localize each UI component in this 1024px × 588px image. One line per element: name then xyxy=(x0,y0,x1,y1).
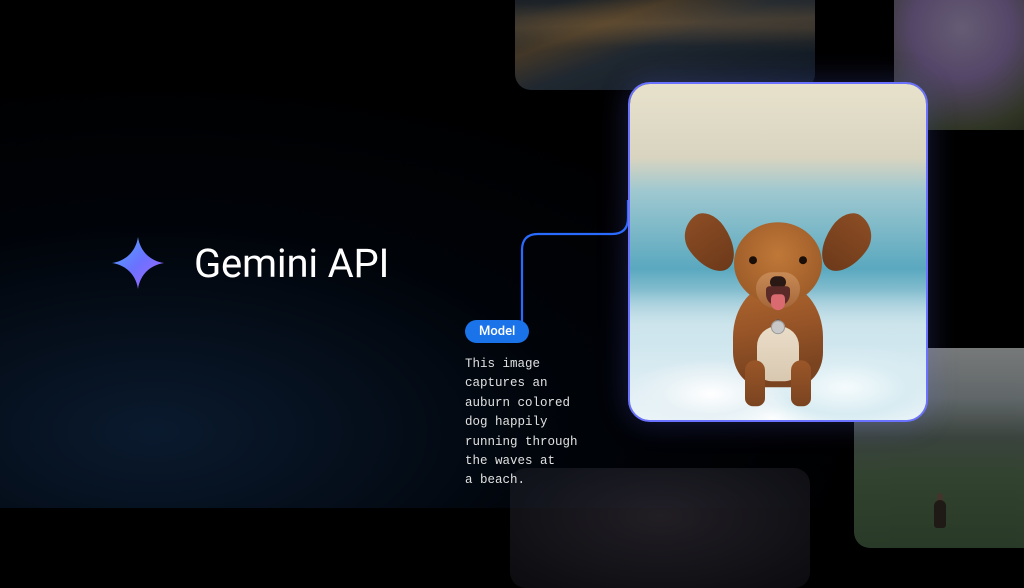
connector-line xyxy=(520,200,630,340)
model-badge: Model xyxy=(465,320,529,343)
gallery-tile-highway xyxy=(515,0,815,90)
sparkle-icon xyxy=(110,235,166,291)
model-output: Model This image captures an auburn colo… xyxy=(465,320,615,491)
featured-image xyxy=(630,84,926,420)
brand-block: Gemini API xyxy=(110,235,389,291)
model-caption: This image captures an auburn colored do… xyxy=(465,355,615,491)
brand-title: Gemini API xyxy=(194,240,389,287)
featured-image-card[interactable] xyxy=(628,82,928,422)
